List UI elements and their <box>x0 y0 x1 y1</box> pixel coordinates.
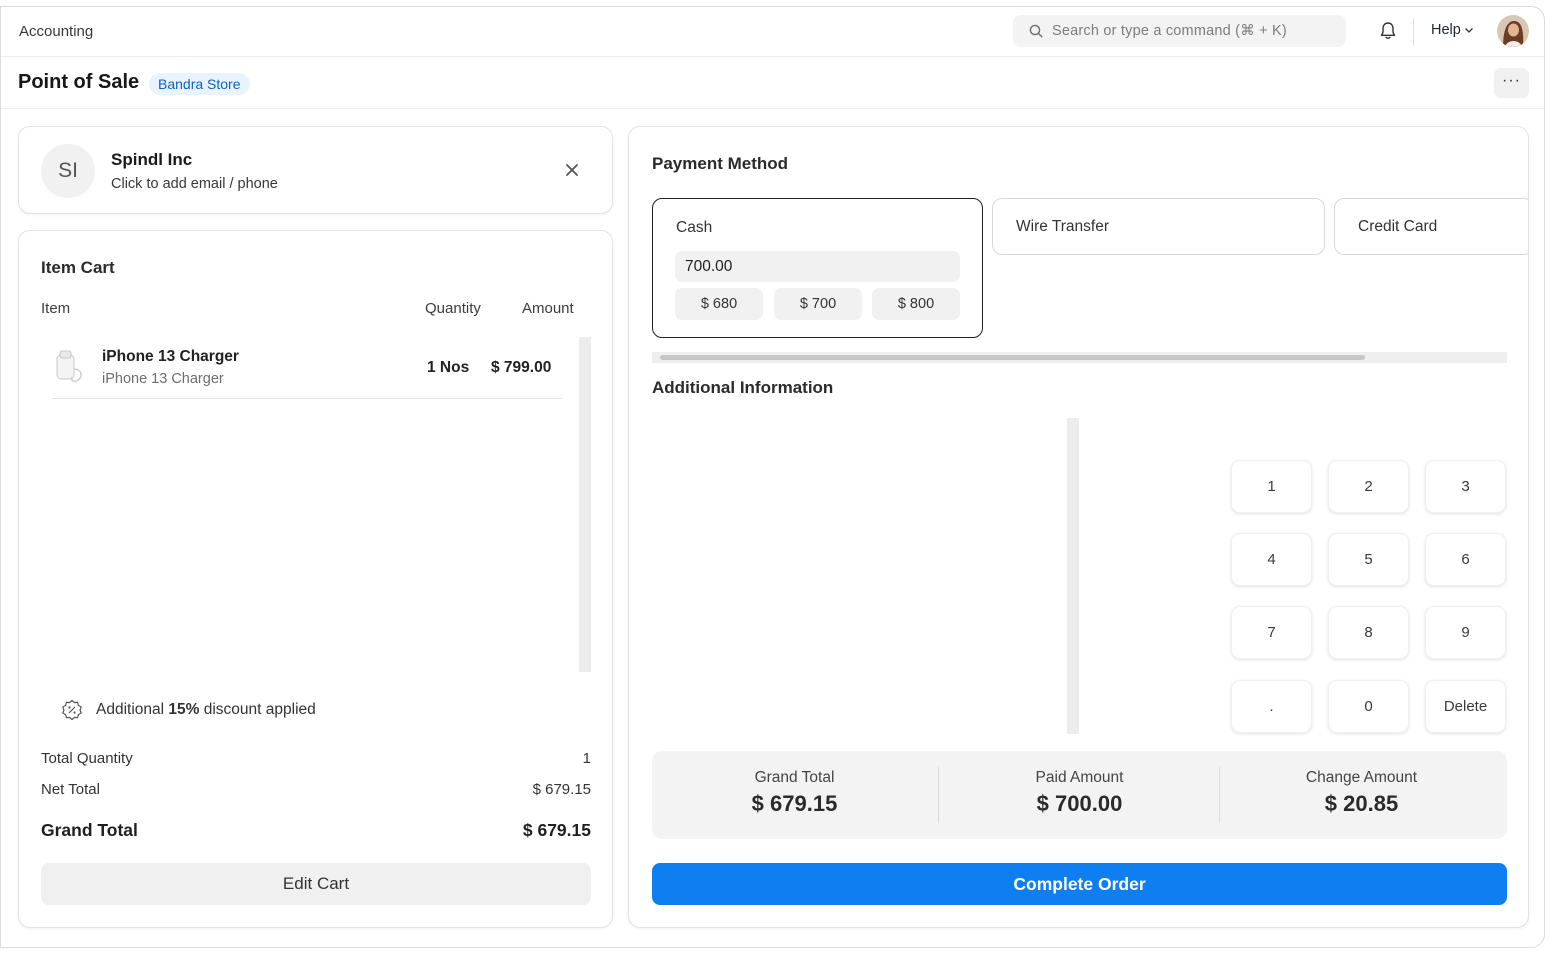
keypad-key[interactable]: 7 <box>1231 606 1312 659</box>
topbar-divider <box>1413 19 1414 45</box>
grand-total-value: $ 679.15 <box>522 820 591 840</box>
discount-suffix: discount applied <box>199 701 316 718</box>
search-placeholder: Search or type a command (⌘ + K) <box>1052 23 1287 39</box>
payment-method-credit-card[interactable]: Credit Card <box>1334 198 1528 255</box>
keypad-key[interactable]: 9 <box>1425 606 1506 659</box>
app-window: Accounting Search or type a command (⌘ +… <box>0 6 1545 948</box>
payment-method-title: Payment Method <box>652 154 789 173</box>
payment-method-wire-transfer[interactable]: Wire Transfer <box>992 198 1325 255</box>
payment-card: Payment Method Cash 700.00 $ 680 $ 700 $… <box>628 126 1529 928</box>
keypad-key[interactable]: 1 <box>1231 460 1312 513</box>
discount-notice: Additional 15% discount applied <box>61 699 316 726</box>
item-amount: $ 799.00 <box>491 359 552 376</box>
quick-amount-button[interactable]: $ 680 <box>675 288 763 320</box>
user-avatar[interactable] <box>1497 15 1529 47</box>
item-description: iPhone 13 Charger <box>102 371 224 387</box>
edit-cart-button[interactable]: Edit Cart <box>41 863 591 905</box>
item-quantity: 1 Nos <box>427 359 470 376</box>
keypad-key[interactable]: 0 <box>1328 680 1409 733</box>
store-badge[interactable]: Bandra Store <box>149 73 250 95</box>
customer-card[interactable]: SI Spindl Inc Click to add email / phone <box>18 126 613 214</box>
page-title: Point of Sale <box>18 71 140 93</box>
discount-prefix: Additional <box>96 701 169 718</box>
net-total-value: $ 679.15 <box>532 781 591 798</box>
cart-title: Item Cart <box>41 258 115 277</box>
column-header-item: Item <box>41 300 71 317</box>
change-amount-label: Change Amount <box>1305 769 1418 786</box>
cart-scrollbar[interactable] <box>579 337 591 672</box>
payment-method-cash[interactable]: Cash 700.00 $ 680 $ 700 $ 800 <box>652 198 983 338</box>
additional-info-scrollbar[interactable] <box>1067 418 1079 734</box>
cash-amount-input[interactable]: 700.00 <box>675 251 960 282</box>
change-amount-value: $ 20.85 <box>1324 791 1399 816</box>
more-options-button[interactable]: ··· <box>1494 68 1529 98</box>
complete-order-button[interactable]: Complete Order <box>652 863 1507 905</box>
help-label: Help <box>1431 22 1461 38</box>
payment-method-label: Credit Card <box>1358 218 1438 235</box>
grand-total-summary-value: $ 679.15 <box>751 791 838 816</box>
keypad-delete-key[interactable]: Delete <box>1425 680 1506 733</box>
total-quantity-value: 1 <box>582 750 591 767</box>
close-icon[interactable] <box>565 163 579 177</box>
customer-name: Spindl Inc <box>111 150 193 169</box>
product-thumbnail <box>56 350 82 383</box>
grand-total-row: Grand Total $ 679.15 <box>41 820 591 841</box>
customer-avatar: SI <box>41 144 95 198</box>
keypad-key[interactable]: 3 <box>1425 460 1506 513</box>
payment-method-label: Wire Transfer <box>1016 218 1110 235</box>
change-amount-summary: Change Amount $ 20.85 <box>1219 751 1504 839</box>
column-header-amount: Amount <box>522 300 574 317</box>
paid-amount-label: Paid Amount <box>1035 769 1124 786</box>
item-cart-card: Item Cart Item Quantity Amount iPhone 13… <box>18 230 613 928</box>
quick-amount-button[interactable]: $ 700 <box>774 288 862 320</box>
cart-row[interactable]: iPhone 13 Charger iPhone 13 Charger 1 No… <box>52 339 562 399</box>
keypad-key[interactable]: 8 <box>1328 606 1409 659</box>
grand-total-summary-label: Grand Total <box>754 769 835 786</box>
keypad-key[interactable]: 2 <box>1328 460 1409 513</box>
bell-icon[interactable] <box>1379 21 1397 41</box>
payment-methods-scrollbar[interactable] <box>652 352 1507 363</box>
keypad-key[interactable]: 4 <box>1231 533 1312 586</box>
scrollbar-thumb[interactable] <box>660 355 1365 360</box>
paid-amount-summary: Paid Amount $ 700.00 <box>937 751 1222 839</box>
discount-percent: 15% <box>168 701 200 718</box>
paid-amount-value: $ 700.00 <box>1036 791 1123 816</box>
app-name[interactable]: Accounting <box>19 23 93 40</box>
column-header-quantity: Quantity <box>425 300 481 317</box>
customer-contact-link[interactable]: Click to add email / phone <box>111 176 278 192</box>
search-input[interactable]: Search or type a command (⌘ + K) <box>1013 15 1346 47</box>
payment-totals: Grand Total $ 679.15 Paid Amount $ 700.0… <box>652 751 1507 839</box>
keypad-key[interactable]: 5 <box>1328 533 1409 586</box>
quick-amount-button[interactable]: $ 800 <box>872 288 960 320</box>
item-name: iPhone 13 Charger <box>102 348 239 365</box>
help-menu[interactable]: Help <box>1431 22 1474 38</box>
search-icon <box>1029 24 1043 38</box>
page-header: Point of Sale Bandra Store ··· <box>1 57 1544 109</box>
additional-info-title: Additional Information <box>652 378 834 397</box>
chevron-down-icon <box>1464 28 1473 34</box>
net-total-row: Net Total $ 679.15 <box>41 781 591 798</box>
grand-total-label: Grand Total <box>41 820 138 840</box>
payment-method-label: Cash <box>676 219 713 236</box>
keypad-key[interactable]: 6 <box>1425 533 1506 586</box>
grand-total-summary: Grand Total $ 679.15 <box>652 751 937 839</box>
top-bar: Accounting Search or type a command (⌘ +… <box>1 7 1544 57</box>
net-total-label: Net Total <box>41 781 100 798</box>
keypad-key[interactable]: . <box>1231 680 1312 733</box>
total-quantity-row: Total Quantity 1 <box>41 750 591 767</box>
total-quantity-label: Total Quantity <box>41 750 133 767</box>
discount-badge-icon <box>62 699 82 721</box>
